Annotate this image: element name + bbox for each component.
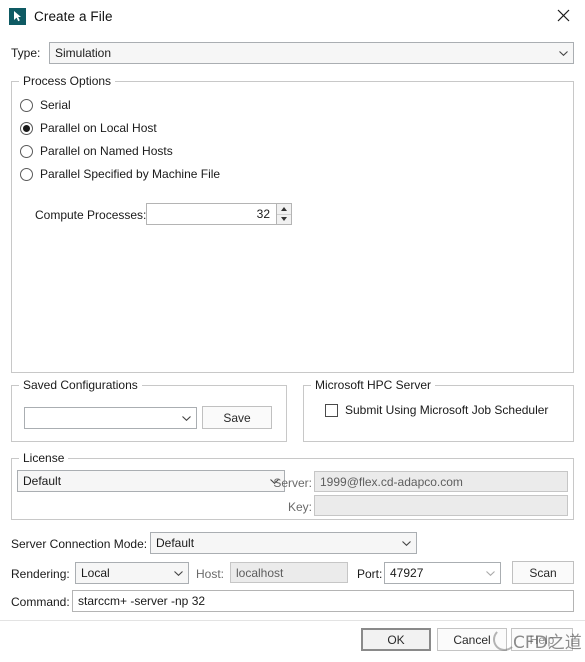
saved-configurations-combobox[interactable]: [24, 407, 197, 429]
radio-parallel-local-host[interactable]: Parallel on Local Host: [20, 121, 157, 135]
ok-button[interactable]: OK: [361, 628, 431, 651]
submit-job-scheduler-checkbox[interactable]: Submit Using Microsoft Job Scheduler: [325, 403, 548, 417]
radio-parallel-machine-file[interactable]: Parallel Specified by Machine File: [20, 167, 220, 181]
license-server-field: 1999@flex.cd-adapco.com: [314, 471, 568, 492]
checkbox-icon: [325, 403, 338, 417]
rendering-combobox-value: Local: [81, 566, 110, 580]
rendering-combobox[interactable]: Local: [75, 562, 189, 584]
scan-button[interactable]: Scan: [512, 561, 574, 584]
chevron-down-icon: [480, 563, 500, 583]
command-field[interactable]: starccm+ -server -np 32: [72, 590, 574, 612]
port-label: Port:: [357, 567, 383, 581]
radio-serial[interactable]: Serial: [20, 98, 71, 112]
radio-parallel-local-host-label: Parallel on Local Host: [40, 121, 157, 135]
close-icon[interactable]: [541, 0, 585, 31]
process-options-legend: Process Options: [19, 74, 116, 88]
radio-parallel-named-hosts[interactable]: Parallel on Named Hosts: [20, 144, 173, 158]
ok-button-label: OK: [387, 632, 405, 647]
window-title: Create a File: [34, 8, 113, 24]
host-field: localhost: [230, 562, 348, 583]
port-combobox-value: 47927: [390, 566, 424, 580]
license-combobox[interactable]: Default: [17, 470, 285, 492]
radio-icon: [20, 98, 33, 112]
server-connection-mode-value: Default: [156, 536, 195, 550]
compute-processes-spin-buttons[interactable]: [276, 203, 292, 225]
command-label: Command:: [11, 595, 70, 609]
license-key-field: [314, 495, 568, 516]
stepper-down-icon[interactable]: [277, 215, 291, 225]
license-key-label: Key:: [287, 500, 312, 514]
host-label: Host:: [196, 567, 225, 581]
chevron-down-icon: [396, 533, 416, 553]
help-button-label: Help: [529, 632, 555, 647]
save-button[interactable]: Save: [202, 406, 272, 429]
compute-processes-value[interactable]: 32: [146, 203, 276, 225]
radio-parallel-machine-file-label: Parallel Specified by Machine File: [40, 167, 221, 181]
cancel-button-label: Cancel: [453, 632, 491, 647]
saved-configurations-legend: Saved Configurations: [19, 378, 142, 392]
hpc-server-legend: Microsoft HPC Server: [311, 378, 436, 392]
radio-icon: [20, 167, 33, 181]
port-combobox[interactable]: 47927: [384, 562, 501, 584]
server-connection-mode-combobox[interactable]: Default: [150, 532, 417, 554]
compute-processes-stepper[interactable]: 32: [146, 203, 292, 225]
app-icon: [9, 7, 26, 25]
stepper-up-icon[interactable]: [277, 204, 291, 215]
submit-job-scheduler-label: Submit Using Microsoft Job Scheduler: [345, 403, 549, 417]
chevron-down-icon: [168, 563, 188, 583]
type-label: Type:: [11, 46, 41, 60]
type-row: Type: Simulation: [11, 42, 574, 64]
chevron-down-icon: [553, 43, 573, 63]
footer-divider: [0, 620, 585, 621]
type-combobox[interactable]: Simulation: [49, 42, 574, 64]
radio-icon: [20, 144, 33, 158]
type-combobox-value: Simulation: [55, 46, 112, 60]
rendering-label: Rendering:: [11, 567, 70, 581]
help-button[interactable]: Help: [511, 628, 573, 651]
compute-processes-label: Compute Processes:: [35, 208, 147, 222]
radio-parallel-named-hosts-label: Parallel on Named Hosts: [40, 144, 173, 158]
title-bar: Create a File: [0, 0, 585, 32]
server-connection-mode-label: Server Connection Mode:: [11, 537, 148, 551]
cancel-button[interactable]: Cancel: [437, 628, 507, 651]
license-combobox-value: Default: [23, 474, 62, 488]
chevron-down-icon: [176, 408, 196, 428]
scan-button-label: Scan: [529, 565, 557, 580]
radio-icon-selected: [20, 121, 33, 135]
save-button-label: Save: [223, 410, 251, 425]
license-server-label: Server:: [273, 476, 312, 490]
radio-serial-label: Serial: [40, 98, 71, 112]
license-legend: License: [19, 451, 69, 465]
